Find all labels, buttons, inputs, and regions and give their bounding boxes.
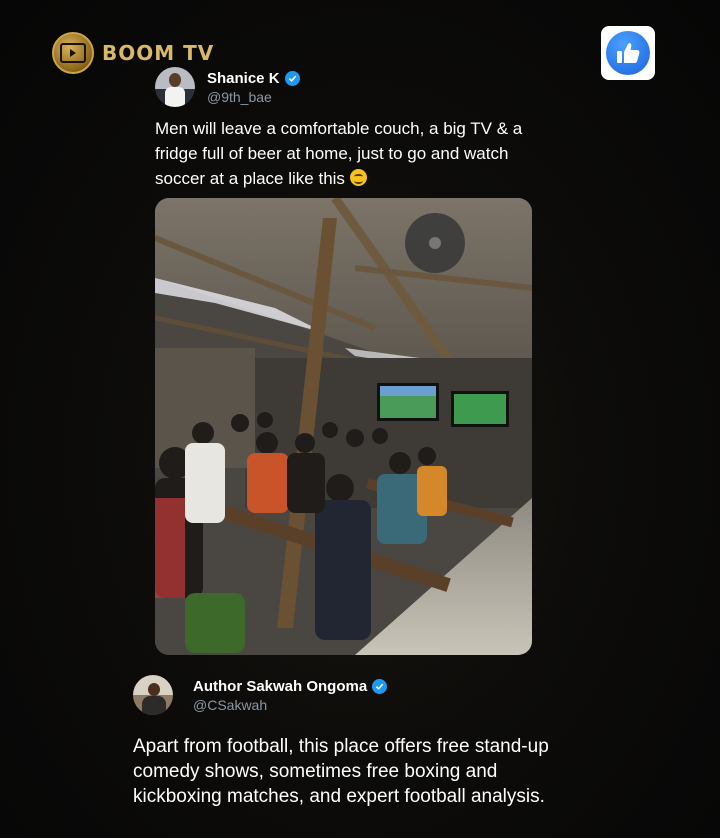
- verified-badge-icon: [372, 678, 388, 694]
- boom-tv-logo: [52, 32, 94, 74]
- tweet-photo[interactable]: [155, 198, 532, 655]
- avatar[interactable]: [133, 675, 173, 715]
- tweet-header: Shanice K @9th_bae: [155, 67, 300, 107]
- reply-text: Apart from football, this place offers f…: [133, 736, 549, 807]
- author-handle[interactable]: @9th_bae: [207, 89, 300, 105]
- like-button[interactable]: [601, 26, 655, 80]
- verified-badge-icon: [284, 70, 300, 86]
- author-display-name[interactable]: Shanice K: [207, 70, 280, 87]
- avatar[interactable]: [155, 67, 195, 107]
- author-display-name[interactable]: Author Sakwah Ongoma: [193, 678, 367, 695]
- author-name-row: Shanice K: [207, 70, 300, 87]
- tweet-text: Men will leave a comfortable couch, a bi…: [155, 116, 555, 191]
- brand-name: BOOM TV: [102, 41, 215, 65]
- tweet-body: Men will leave a comfortable couch, a bi…: [155, 119, 523, 188]
- author-handle[interactable]: @CSakwah: [193, 697, 387, 713]
- thumbs-up-icon: [606, 31, 650, 75]
- grinning-face-emoji-icon: [349, 169, 367, 186]
- author-name-row: Author Sakwah Ongoma: [193, 678, 388, 695]
- reply-header: Author Sakwah Ongoma @CSakwah: [133, 675, 388, 715]
